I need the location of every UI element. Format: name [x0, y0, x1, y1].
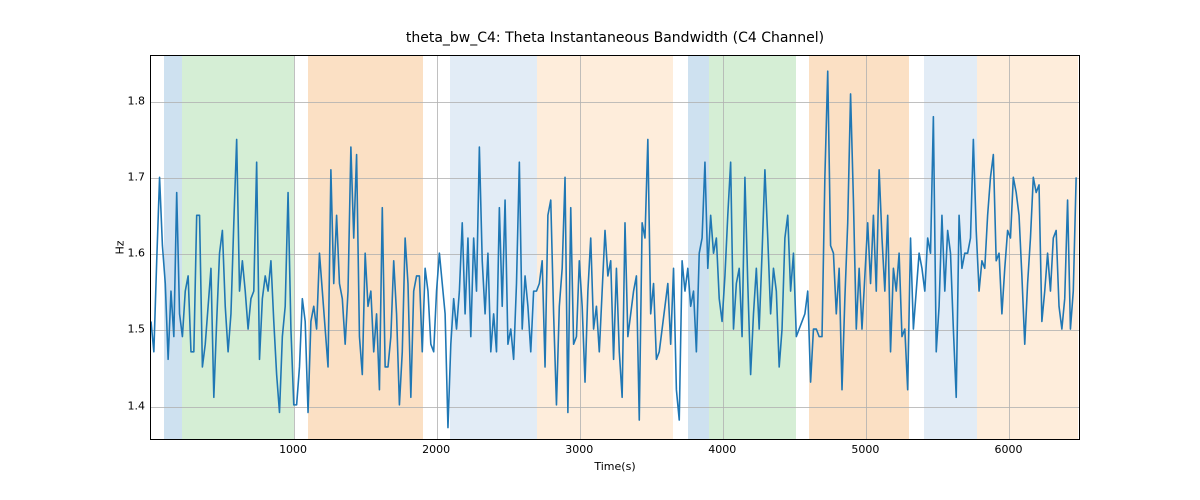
- figure: theta_bw_C4: Theta Instantaneous Bandwid…: [0, 0, 1200, 500]
- x-tick-label: 6000: [994, 443, 1022, 456]
- x-tick-label: 1000: [279, 443, 307, 456]
- x-tick-label: 2000: [422, 443, 450, 456]
- x-axis-label: Time(s): [150, 460, 1080, 473]
- y-tick-label: 1.7: [95, 170, 145, 183]
- line-series: [151, 56, 1079, 439]
- x-tick-label: 5000: [851, 443, 879, 456]
- plot-area: [150, 55, 1080, 440]
- chart-title: theta_bw_C4: Theta Instantaneous Bandwid…: [150, 30, 1080, 46]
- y-tick-label: 1.6: [95, 247, 145, 260]
- x-tick-label: 3000: [565, 443, 593, 456]
- y-tick-label: 1.4: [95, 399, 145, 412]
- x-tick-label: 4000: [708, 443, 736, 456]
- y-tick-label: 1.8: [95, 94, 145, 107]
- y-tick-label: 1.5: [95, 323, 145, 336]
